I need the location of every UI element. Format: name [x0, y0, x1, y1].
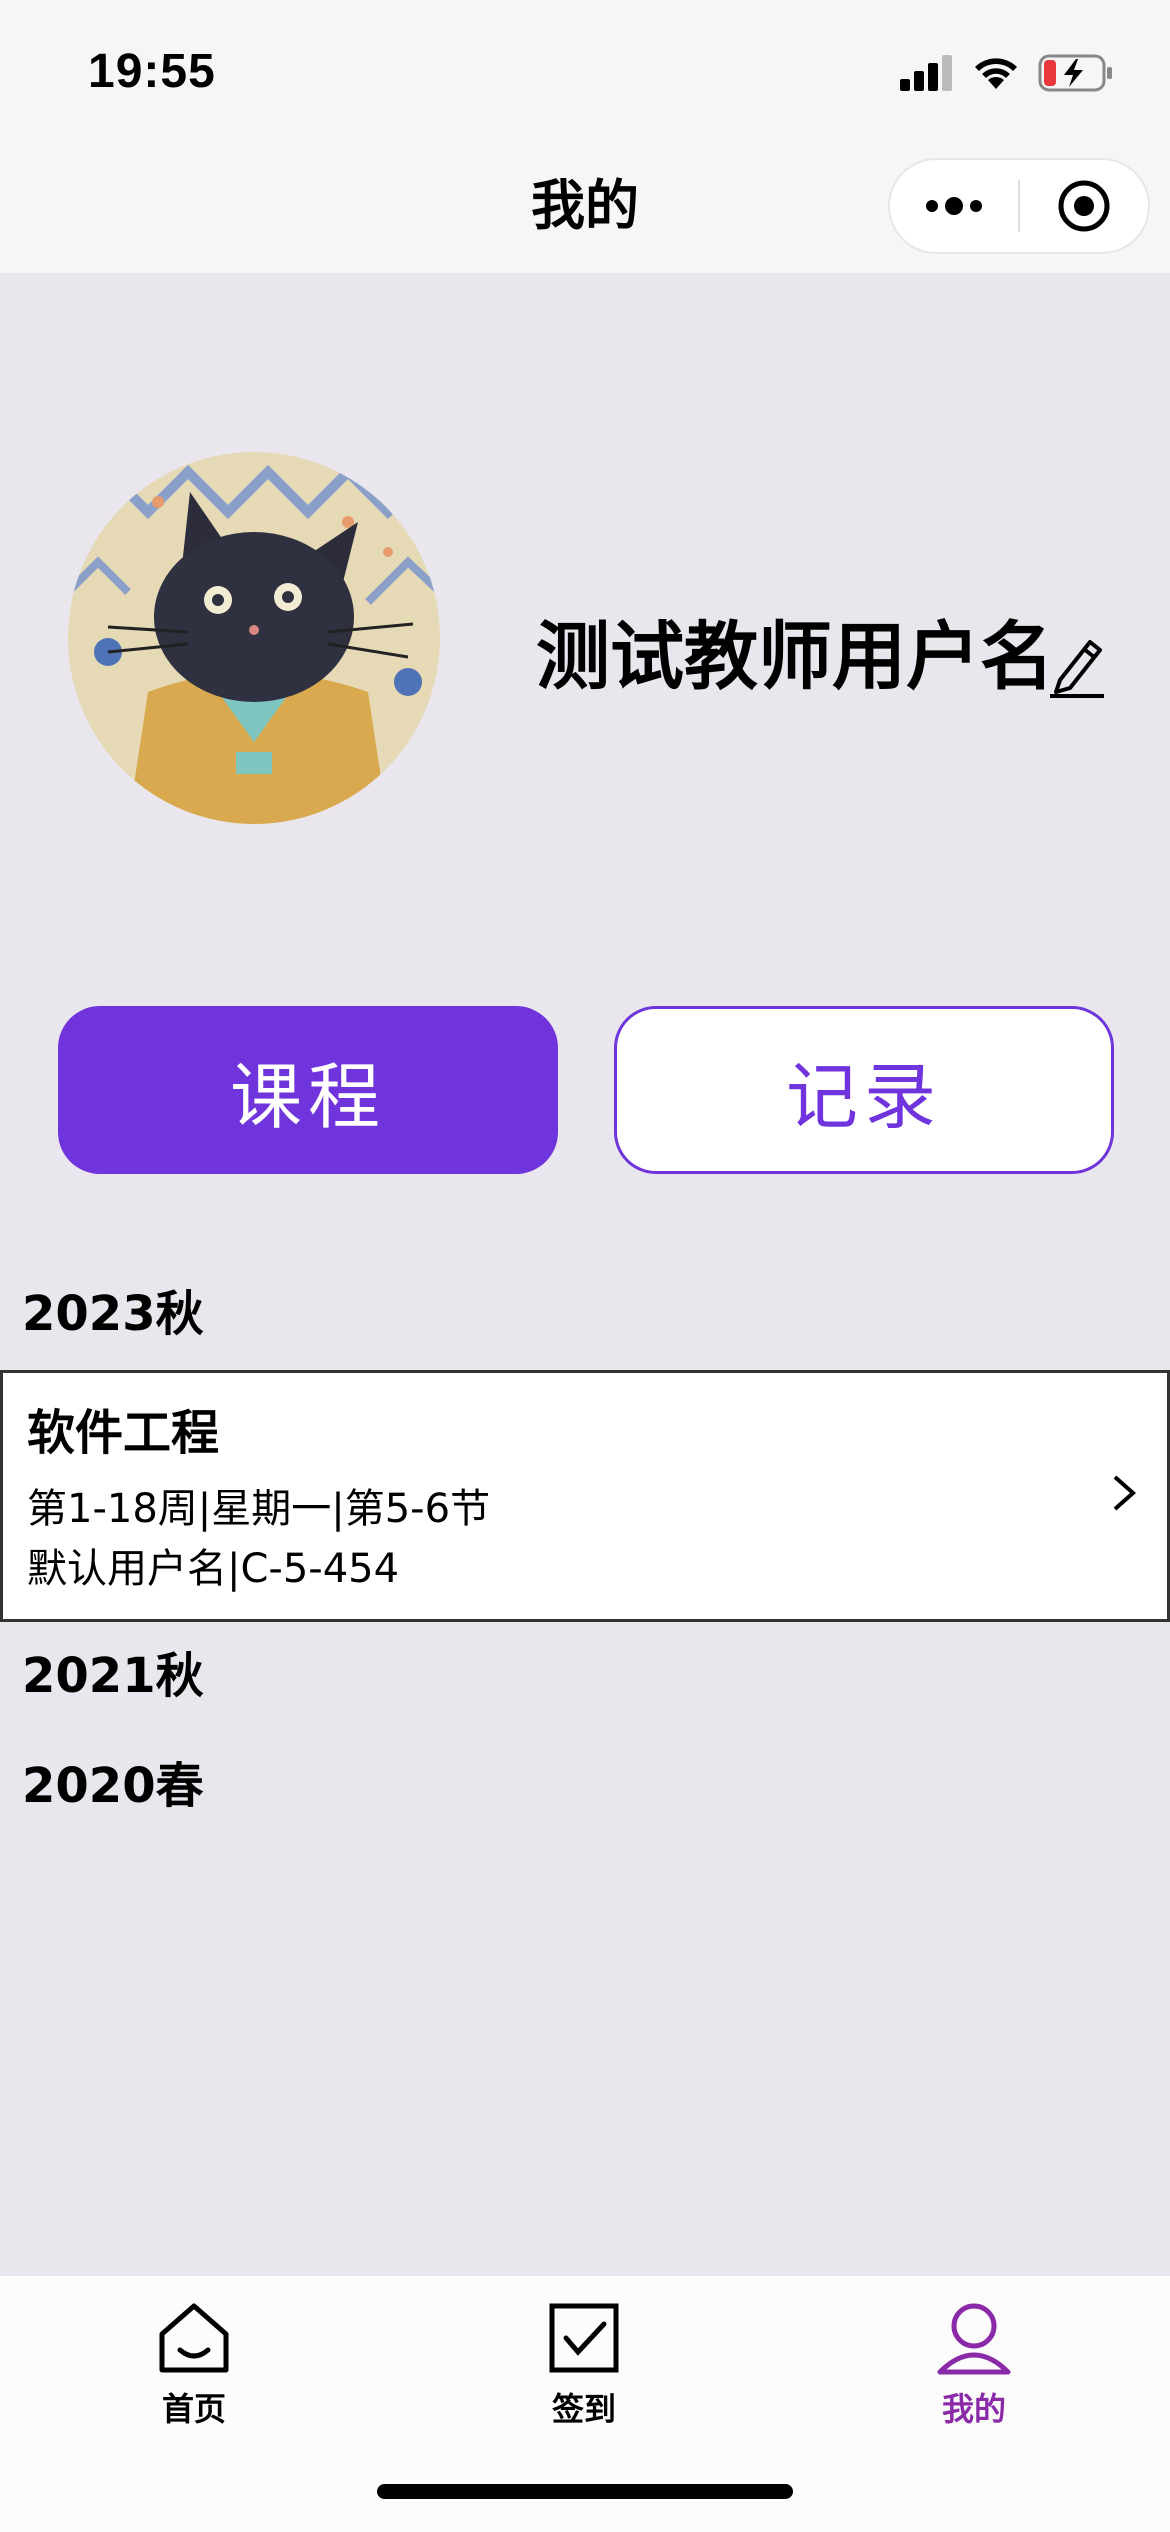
course-button[interactable]: 课程 — [58, 1006, 558, 1174]
edit-pencil-icon[interactable] — [1046, 632, 1108, 698]
signal-icon — [900, 55, 952, 91]
tab-label: 我的 — [941, 2390, 1006, 2428]
course-detail: 默认用户名|C-5-454 — [27, 1546, 400, 1592]
checkin-icon — [549, 2303, 619, 2373]
home-indicator — [377, 2484, 793, 2499]
tab-label: 签到 — [551, 2390, 616, 2428]
wifi-icon — [975, 58, 1017, 89]
mini-program-capsule — [888, 158, 1150, 254]
tab-label: 首页 — [161, 2390, 226, 2428]
username: 测试教师用户名 — [536, 614, 1054, 700]
status-time: 19:55 — [88, 45, 216, 98]
tab-checkin[interactable]: 签到 — [484, 2298, 684, 2448]
semester-header[interactable]: 2020春 — [22, 1756, 204, 1816]
battery-icon — [1038, 54, 1112, 92]
tab-mine[interactable]: 我的 — [874, 2298, 1074, 2448]
profile-icon — [937, 2303, 1011, 2375]
cat-avatar-image — [68, 452, 440, 824]
course-schedule: 第1-18周|星期一|第5-6节 — [27, 1486, 491, 1532]
top-header: 19:55 我的 — [0, 0, 1170, 273]
avatar[interactable] — [68, 452, 440, 824]
semester-header[interactable]: 2023秋 — [22, 1284, 204, 1344]
target-close-icon — [1058, 180, 1110, 232]
semester-header[interactable]: 2021秋 — [22, 1646, 204, 1706]
home-icon — [159, 2303, 229, 2373]
record-button[interactable]: 记录 — [614, 1006, 1114, 1174]
more-dots-icon — [926, 197, 982, 215]
tab-home[interactable]: 首页 — [94, 2298, 294, 2448]
course-card[interactable]: 软件工程 第1-18周|星期一|第5-6节 默认用户名|C-5-454 — [0, 1370, 1170, 1622]
more-button[interactable] — [890, 160, 1018, 252]
status-icons — [900, 50, 1114, 96]
chevron-right-icon — [1113, 1475, 1137, 1511]
close-capsule-button[interactable] — [1020, 160, 1148, 252]
course-name: 软件工程 — [27, 1405, 220, 1461]
